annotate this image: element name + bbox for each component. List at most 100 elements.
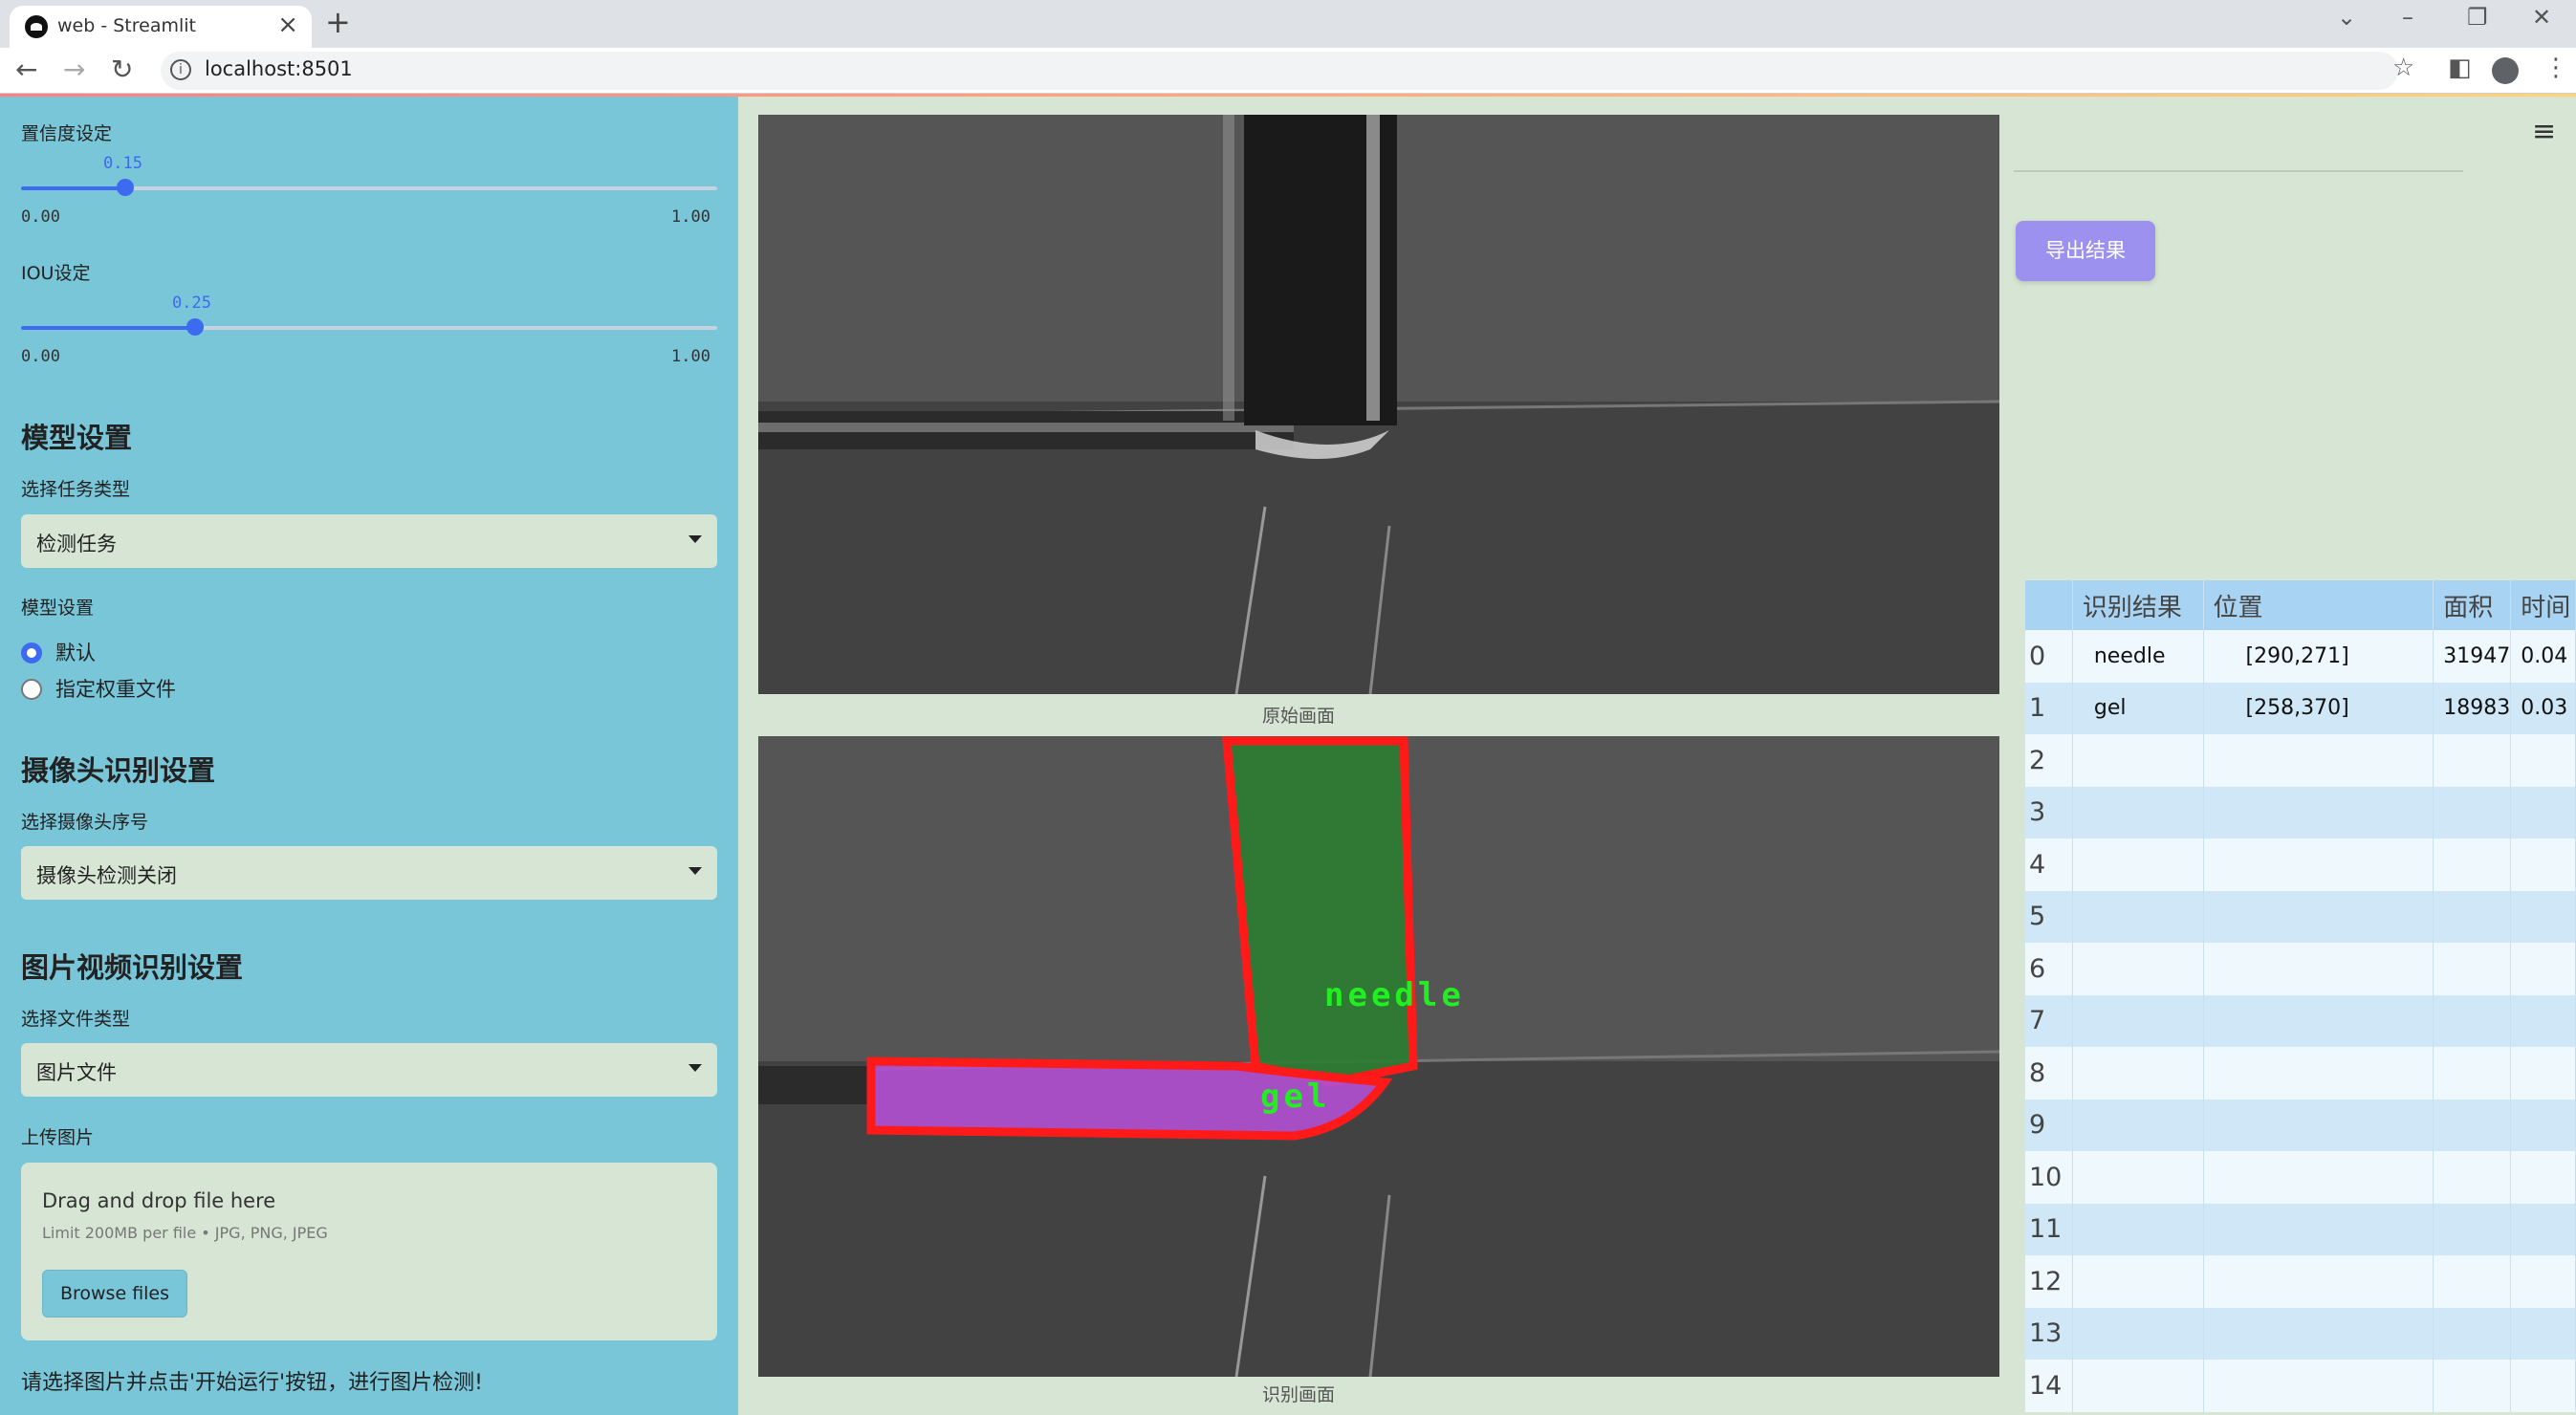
camera-index-select[interactable]: 摄像头检测关闭	[21, 846, 717, 900]
row-class	[2072, 1307, 2204, 1360]
results-table: 识别结果 位置 面积 时间 0 needle [290,271] 31947 0.04 1…	[2025, 580, 2576, 1415]
row-class	[2072, 943, 2204, 995]
original-image	[758, 115, 1999, 694]
col-header-area[interactable]: 面积	[2433, 580, 2512, 630]
table-row[interactable]: 0 needle [290,271] 31947 0.04	[2025, 630, 2576, 683]
table-row[interactable]: 13	[2025, 1307, 2576, 1360]
row-class: gel	[2072, 682, 2204, 734]
row-class	[2072, 786, 2204, 838]
row-time	[2510, 1099, 2576, 1151]
profile-avatar-icon[interactable]	[2492, 57, 2519, 84]
table-row[interactable]: 4	[2025, 838, 2576, 891]
table-row[interactable]: 3	[2025, 786, 2576, 838]
row-area	[2433, 1307, 2512, 1360]
restore-icon[interactable]: ❐	[2467, 4, 2488, 31]
radio-default[interactable]	[21, 642, 42, 664]
back-arrow-icon[interactable]: ←	[15, 54, 37, 85]
gel-label: gel	[1260, 1078, 1330, 1116]
radio-custom-weights[interactable]	[21, 679, 42, 700]
upload-label: 上传图片	[21, 1127, 95, 1148]
row-index: 12	[2025, 1255, 2073, 1308]
close-tab-icon[interactable]: ×	[277, 11, 298, 39]
row-index: 3	[2025, 786, 2073, 838]
confidence-slider-fill	[21, 186, 126, 190]
row-time: 0.04	[2510, 630, 2576, 683]
hamburger-menu-icon[interactable]: ≡	[2532, 115, 2556, 148]
row-time	[2510, 1047, 2576, 1099]
table-row[interactable]: 10	[2025, 1151, 2576, 1204]
col-header-class[interactable]: 识别结果	[2072, 580, 2204, 630]
new-tab-icon[interactable]: +	[325, 4, 351, 40]
row-position	[2203, 890, 2434, 943]
table-row[interactable]: 9	[2025, 1099, 2576, 1151]
site-info-icon[interactable]: i	[170, 59, 191, 80]
row-time	[2510, 786, 2576, 838]
radio-custom-weights-label[interactable]: 指定权重文件	[55, 674, 176, 703]
iou-slider[interactable]	[21, 318, 717, 336]
browse-files-button[interactable]: Browse files	[42, 1270, 187, 1317]
table-row[interactable]: 11	[2025, 1203, 2576, 1255]
omnibox[interactable]	[161, 52, 2398, 90]
row-time	[2510, 1307, 2576, 1360]
table-row[interactable]: 2	[2025, 734, 2576, 787]
url-text[interactable]: localhost:8501	[205, 57, 353, 80]
row-area	[2433, 1047, 2512, 1099]
detection-image: needle gel	[758, 736, 1999, 1377]
row-class	[2072, 1203, 2204, 1255]
row-index: 10	[2025, 1151, 2073, 1204]
table-row[interactable]: 6	[2025, 943, 2576, 995]
radio-default-label[interactable]: 默认	[55, 638, 96, 666]
row-class	[2072, 1255, 2204, 1308]
row-index: 0	[2025, 630, 2073, 683]
iou-max: 1.00	[671, 347, 710, 366]
row-class	[2072, 1047, 2204, 1099]
minimize-icon[interactable]: –	[2402, 4, 2413, 31]
row-index: 6	[2025, 943, 2073, 995]
model-settings-heading: 模型设置	[21, 422, 133, 454]
side-panel-icon[interactable]: ◧	[2448, 54, 2472, 82]
browser-menu-icon[interactable]: ⋮	[2543, 54, 2568, 82]
table-row[interactable]: 14	[2025, 1360, 2576, 1412]
export-results-button[interactable]: 导出结果	[2016, 221, 2155, 281]
row-time	[2510, 994, 2576, 1047]
col-header-index[interactable]	[2025, 580, 2073, 630]
confidence-max: 1.00	[671, 207, 710, 227]
file-dropzone[interactable]: Drag and drop file here Limit 200MB per …	[21, 1163, 717, 1340]
table-body: 0 needle [290,271] 31947 0.04 1 gel [258,370] 18…	[2025, 630, 2576, 1412]
confidence-slider-thumb[interactable]	[117, 179, 135, 196]
row-index: 1	[2025, 682, 2073, 734]
row-class	[2072, 1151, 2204, 1204]
reload-icon[interactable]: ↻	[111, 54, 133, 85]
browser-tab-bar: web - Streamlit × + ⌄ – ❐ ✕	[0, 0, 2576, 48]
row-position	[2203, 1099, 2434, 1151]
dropzone-title: Drag and drop file here	[42, 1189, 276, 1212]
row-class	[2072, 1360, 2204, 1412]
needle-mask	[1222, 736, 1418, 1087]
browser-tab[interactable]: web - Streamlit ×	[10, 6, 312, 48]
iou-slider-thumb[interactable]	[186, 318, 204, 336]
forward-arrow-icon[interactable]: →	[63, 54, 85, 85]
confidence-slider[interactable]	[21, 179, 717, 196]
close-window-icon[interactable]: ✕	[2532, 4, 2551, 31]
tab-search-chevron-icon[interactable]: ⌄	[2337, 4, 2356, 31]
table-row[interactable]: 8	[2025, 1047, 2576, 1099]
row-position	[2203, 1307, 2434, 1360]
table-row[interactable]: 12	[2025, 1255, 2576, 1308]
bookmark-star-icon[interactable]: ☆	[2392, 54, 2414, 82]
file-type-select[interactable]: 图片文件	[21, 1043, 717, 1097]
row-class	[2072, 1099, 2204, 1151]
row-time	[2510, 1360, 2576, 1412]
camera-settings-heading: 摄像头识别设置	[21, 754, 216, 787]
table-row[interactable]: 5	[2025, 890, 2576, 943]
row-index: 7	[2025, 994, 2073, 1047]
table-row[interactable]: 7	[2025, 994, 2576, 1047]
table-row[interactable]: 1 gel [258,370] 18983 0.03	[2025, 682, 2576, 734]
row-position	[2203, 838, 2434, 891]
task-type-select[interactable]: 检测任务	[21, 514, 717, 568]
row-index: 11	[2025, 1203, 2073, 1255]
row-position	[2203, 786, 2434, 838]
col-header-time[interactable]: 时间	[2510, 580, 2576, 630]
row-time	[2510, 943, 2576, 995]
row-position	[2203, 943, 2434, 995]
col-header-position[interactable]: 位置	[2203, 580, 2434, 630]
